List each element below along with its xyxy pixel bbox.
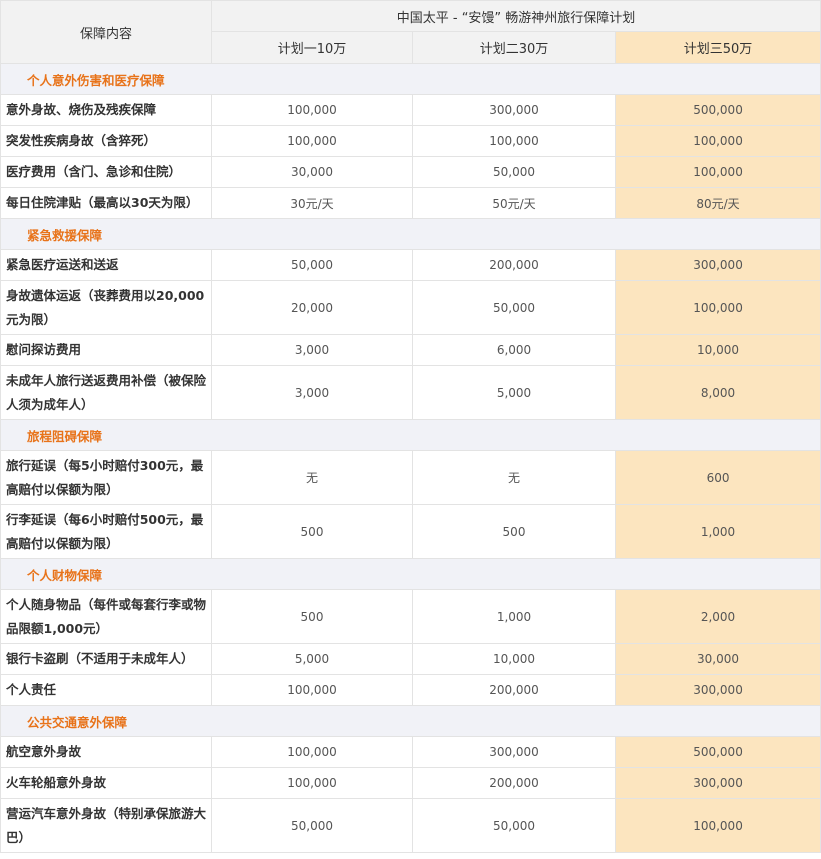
plan-1-value: 无 — [211, 450, 413, 505]
section-title: 公共交通意外保障 — [0, 705, 821, 737]
plan-2-value: 200,000 — [412, 674, 616, 706]
section-header-row: 个人意外伤害和医疗保障 — [0, 63, 821, 95]
plan-2-value: 6,000 — [412, 334, 616, 366]
plan-1-header: 计划一10万 — [211, 31, 413, 64]
plan-2-header: 计划二30万 — [412, 31, 616, 64]
coverage-item: 慰问探访费用 — [0, 334, 212, 366]
plan-3-value: 500,000 — [614, 94, 821, 126]
plan-2-value: 50,000 — [412, 156, 616, 188]
table-row: 每日住院津贴（最高以30天为限） 30元/天 50元/天 80元/天 — [0, 187, 821, 219]
section-header-row: 公共交通意外保障 — [0, 705, 821, 737]
plan-1-value: 100,000 — [211, 125, 413, 157]
plan-2-value: 200,000 — [412, 767, 616, 799]
plan-1-value: 50,000 — [211, 249, 413, 281]
plan-1-value: 50,000 — [211, 798, 413, 853]
plan-3-value: 500,000 — [614, 736, 821, 768]
table-row: 航空意外身故 100,000 300,000 500,000 — [0, 736, 821, 768]
table-row: 个人责任 100,000 200,000 300,000 — [0, 674, 821, 706]
section-title: 个人财物保障 — [0, 558, 821, 590]
coverage-item: 身故遗体运返（丧葬费用以20,000元为限） — [0, 280, 212, 335]
table-row: 银行卡盗刷（不适用于未成年人） 5,000 10,000 30,000 — [0, 643, 821, 675]
plan-3-value: 30,000 — [614, 643, 821, 675]
plan-3-value: 300,000 — [614, 767, 821, 799]
plan-2-value: 10,000 — [412, 643, 616, 675]
plan-1-value: 500 — [211, 504, 413, 559]
plan-3-value: 8,000 — [614, 365, 821, 420]
table-row: 医疗费用（含门、急诊和住院） 30,000 50,000 100,000 — [0, 156, 821, 188]
plan-3-value: 300,000 — [614, 674, 821, 706]
table-body: 个人意外伤害和医疗保障 意外身故、烧伤及残疾保障 100,000 300,000 500… — [0, 63, 821, 853]
table-row: 营运汽车意外身故（特别承保旅游大巴） 50,000 50,000 100,000 — [0, 798, 821, 853]
table-row: 慰问探访费用 3,000 6,000 10,000 — [0, 334, 821, 366]
plan-1-value: 30,000 — [211, 156, 413, 188]
table-row: 旅行延误（每5小时赔付300元，最高赔付以保额为限）无无 600 — [0, 450, 821, 505]
plan-2-value: 5,000 — [412, 365, 616, 420]
coverage-item: 航空意外身故 — [0, 736, 212, 768]
plan-3-value: 80元/天 — [614, 187, 821, 219]
coverage-item-header: 保障内容 — [0, 0, 212, 64]
coverage-item: 旅行延误（每5小时赔付300元，最高赔付以保额为限） — [0, 450, 212, 505]
coverage-item: 行李延误（每6小时赔付500元，最高赔付以保额为限） — [0, 504, 212, 559]
plan-3-value: 100,000 — [614, 156, 821, 188]
plan-3-value: 100,000 — [614, 125, 821, 157]
plan-3-value: 600 — [614, 450, 821, 505]
section-title: 旅程阻碍保障 — [0, 419, 821, 451]
plan-3-value: 100,000 — [614, 798, 821, 853]
table-row: 突发性疾病身故（含猝死） 100,000 100,000 100,000 — [0, 125, 821, 157]
table-row: 火车轮船意外身故 100,000 200,000 300,000 — [0, 767, 821, 799]
plan-1-value: 20,000 — [211, 280, 413, 335]
coverage-table: 保障内容 中国太平 - “安馒” 畅游神州旅行保障计划 计划一10万 计划二30… — [0, 0, 821, 853]
plan-title: 中国太平 - “安馒” 畅游神州旅行保障计划 — [210, 0, 821, 32]
plan-3-header: 计划三50万 — [614, 31, 821, 64]
table-row: 紧急医疗运送和送返 50,000 200,000 300,000 — [0, 249, 821, 281]
plan-3-value: 2,000 — [614, 589, 821, 644]
plan-1-value: 500 — [211, 589, 413, 644]
plan-2-value: 50,000 — [412, 798, 616, 853]
section-header-row: 个人财物保障 — [0, 558, 821, 590]
plan-1-value: 5,000 — [211, 643, 413, 675]
section-header-row: 紧急救援保障 — [0, 218, 821, 250]
coverage-item: 每日住院津贴（最高以30天为限） — [0, 187, 212, 219]
table-row: 意外身故、烧伤及残疾保障 100,000 300,000 500,000 — [0, 94, 821, 126]
plan-2-value: 50元/天 — [412, 187, 616, 219]
plan-2-value: 50,000 — [412, 280, 616, 335]
coverage-item: 未成年人旅行送返费用补偿（被保险人须为成年人） — [0, 365, 212, 420]
coverage-item: 个人责任 — [0, 674, 212, 706]
plan-1-value: 100,000 — [211, 767, 413, 799]
coverage-item: 个人随身物品（每件或每套行李或物品限额1,000元） — [0, 589, 212, 644]
plan-2-value: 300,000 — [412, 736, 616, 768]
coverage-item: 火车轮船意外身故 — [0, 767, 212, 799]
plan-1-value: 3,000 — [211, 334, 413, 366]
plan-3-value: 1,000 — [614, 504, 821, 559]
coverage-item: 意外身故、烧伤及残疾保障 — [0, 94, 212, 126]
plan-3-value: 10,000 — [614, 334, 821, 366]
plan-3-value: 100,000 — [614, 280, 821, 335]
plan-2-value: 无 — [412, 450, 616, 505]
table-row: 身故遗体运返（丧葬费用以20,000元为限） 20,000 50,000 100,00… — [0, 280, 821, 335]
plan-1-value: 3,000 — [211, 365, 413, 420]
section-title: 个人意外伤害和医疗保障 — [0, 63, 821, 95]
table-row: 未成年人旅行送返费用补偿（被保险人须为成年人） 3,000 5,000 8,000 — [0, 365, 821, 420]
plan-3-value: 300,000 — [614, 249, 821, 281]
plan-2-value: 200,000 — [412, 249, 616, 281]
plan-1-value: 100,000 — [211, 94, 413, 126]
coverage-item: 紧急医疗运送和送返 — [0, 249, 212, 281]
coverage-item: 突发性疾病身故（含猝死） — [0, 125, 212, 157]
coverage-item: 银行卡盗刷（不适用于未成年人） — [0, 643, 212, 675]
plan-2-value: 500 — [412, 504, 616, 559]
plan-1-value: 100,000 — [211, 674, 413, 706]
table-row: 个人随身物品（每件或每套行李或物品限额1,000元） 500 1,000 2,000 — [0, 589, 821, 644]
plan-2-value: 1,000 — [412, 589, 616, 644]
plan-2-value: 300,000 — [412, 94, 616, 126]
table-row: 行李延误（每6小时赔付500元，最高赔付以保额为限） 500 500 1,000 — [0, 504, 821, 559]
plan-1-value: 100,000 — [211, 736, 413, 768]
coverage-item: 医疗费用（含门、急诊和住院） — [0, 156, 212, 188]
section-title: 紧急救援保障 — [0, 218, 821, 250]
plan-1-value: 30元/天 — [211, 187, 413, 219]
coverage-item: 营运汽车意外身故（特别承保旅游大巴） — [0, 798, 212, 853]
section-header-row: 旅程阻碍保障 — [0, 419, 821, 451]
plan-2-value: 100,000 — [412, 125, 616, 157]
